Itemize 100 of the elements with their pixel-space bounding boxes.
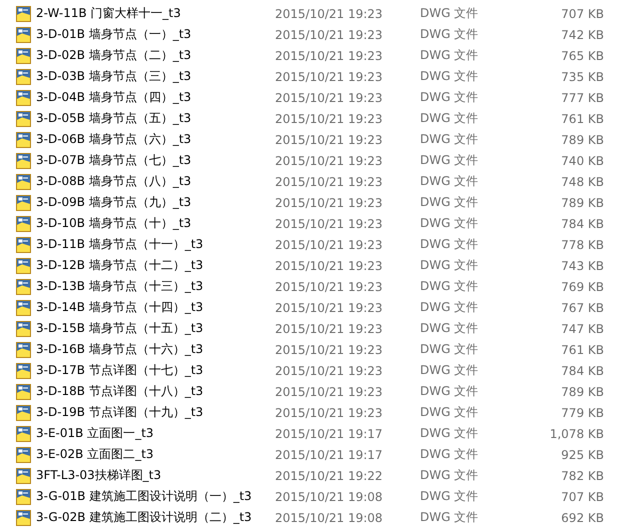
file-size: 765 KB [560, 48, 604, 62]
file-type: DWG 文件 [420, 446, 480, 463]
file-type: DWG 文件 [420, 152, 480, 169]
file-name: 3-D-07B 墙身节点（七）_t3 [36, 152, 192, 169]
file-row[interactable]: 3-D-09B 墙身节点（九）_t3 2015/10/21 19:23 DWG 文件 789 KB [0, 192, 619, 213]
modified-date: 2015/10/21 19:23 [275, 90, 384, 104]
file-name: 3-D-03B 墙身节点（三）_t3 [36, 68, 192, 85]
file-size: 925 KB [560, 448, 604, 462]
file-row[interactable]: 3-E-02B 立面图二_t3 2015/10/21 19:17 DWG 文件 925 KB [0, 444, 619, 465]
file-row[interactable]: 3-E-01B 立面图一_t3 2015/10/21 19:17 DWG 文件 1,078 KB [0, 423, 619, 444]
dwg-file-icon [16, 468, 31, 484]
file-type: DWG 文件 [420, 341, 480, 358]
file-size: 761 KB [560, 112, 604, 126]
file-row[interactable]: 3-D-01B 墙身节点（一）_t3 2015/10/21 19:23 DWG 文件 742 KB [0, 24, 619, 45]
file-size: 748 KB [560, 174, 604, 188]
modified-date: 2015/10/21 19:22 [275, 468, 384, 482]
file-type: DWG 文件 [420, 383, 480, 400]
file-type: DWG 文件 [420, 362, 480, 379]
file-size: 707 KB [560, 6, 604, 20]
file-type: DWG 文件 [420, 173, 480, 190]
file-row[interactable]: 2-W-11B 门窗大样十一_t3 2015/10/21 19:23 DWG 文件 707 KB [0, 3, 619, 24]
file-row[interactable]: 3-D-18B 节点详图（十八）_t3 2015/10/21 19:23 DWG 文件 789 KB [0, 381, 619, 402]
dwg-file-icon [16, 404, 31, 420]
dwg-file-icon [16, 110, 31, 126]
file-type: DWG 文件 [420, 131, 480, 148]
modified-date: 2015/10/21 19:23 [275, 258, 384, 272]
file-name: 3-D-01B 墙身节点（一）_t3 [36, 26, 192, 43]
file-row[interactable]: 3-D-02B 墙身节点（二）_t3 2015/10/21 19:23 DWG 文件 765 KB [0, 45, 619, 66]
file-type: DWG 文件 [420, 89, 480, 106]
dwg-file-icon [16, 446, 31, 462]
dwg-file-icon [16, 194, 31, 210]
dwg-file-icon [16, 320, 31, 336]
file-row[interactable]: 3-D-08B 墙身节点（八）_t3 2015/10/21 19:23 DWG 文件 748 KB [0, 171, 619, 192]
file-type: DWG 文件 [420, 278, 480, 295]
file-row[interactable]: 3-D-03B 墙身节点（三）_t3 2015/10/21 19:23 DWG 文件 735 KB [0, 66, 619, 87]
file-row[interactable]: 3-D-16B 墙身节点（十六）_t3 2015/10/21 19:23 DWG 文件 761 KB [0, 339, 619, 360]
file-size: 761 KB [560, 342, 604, 356]
file-type: DWG 文件 [420, 68, 480, 85]
file-row[interactable]: 3-D-10B 墙身节点（十）_t3 2015/10/21 19:23 DWG 文件 784 KB [0, 213, 619, 234]
file-name: 3-G-01B 建筑施工图设计说明（一）_t3 [36, 488, 253, 505]
file-row[interactable]: 3-D-11B 墙身节点（十一）_t3 2015/10/21 19:23 DWG 文件 778 KB [0, 234, 619, 255]
file-size: 692 KB [560, 510, 604, 524]
modified-date: 2015/10/21 19:08 [275, 490, 384, 504]
dwg-file-icon [16, 342, 31, 358]
modified-date: 2015/10/21 19:23 [275, 48, 384, 62]
file-row[interactable]: 3-D-19B 节点详图（十九）_t3 2015/10/21 19:23 DWG 文件 779 KB [0, 402, 619, 423]
file-size: 789 KB [560, 132, 604, 146]
file-row[interactable]: 3-D-07B 墙身节点（七）_t3 2015/10/21 19:23 DWG 文件 740 KB [0, 150, 619, 171]
file-row[interactable]: 3-D-15B 墙身节点（十五）_t3 2015/10/21 19:23 DWG 文件 747 KB [0, 318, 619, 339]
file-row[interactable]: 3-D-13B 墙身节点（十三）_t3 2015/10/21 19:23 DWG 文件 769 KB [0, 276, 619, 297]
file-row[interactable]: 3-D-14B 墙身节点（十四）_t3 2015/10/21 19:23 DWG 文件 767 KB [0, 297, 619, 318]
file-row[interactable]: 3-G-01B 建筑施工图设计说明（一）_t3 2015/10/21 19:08 DWG 文件 707 KB [0, 486, 619, 507]
file-size: 743 KB [560, 258, 604, 272]
file-name: 3-G-02B 建筑施工图设计说明（二）_t3 [36, 509, 253, 526]
file-name: 3-D-09B 墙身节点（九）_t3 [36, 194, 192, 211]
file-name: 3-D-06B 墙身节点（六）_t3 [36, 131, 192, 148]
modified-date: 2015/10/21 19:08 [275, 510, 384, 524]
file-size: 777 KB [560, 90, 604, 104]
file-type: DWG 文件 [420, 110, 480, 127]
file-size: 784 KB [560, 364, 604, 378]
file-name: 3-D-15B 墙身节点（十五）_t3 [36, 320, 204, 337]
file-name: 3-D-04B 墙身节点（四）_t3 [36, 89, 192, 106]
modified-date: 2015/10/21 19:23 [275, 132, 384, 146]
file-row[interactable]: 3-G-02B 建筑施工图设计说明（二）_t3 2015/10/21 19:08 DWG 文件 692 KB [0, 507, 619, 528]
file-size: 735 KB [560, 70, 604, 84]
file-type: DWG 文件 [420, 509, 480, 526]
file-row[interactable]: 3-D-05B 墙身节点（五）_t3 2015/10/21 19:23 DWG 文件 761 KB [0, 108, 619, 129]
file-size: 784 KB [560, 216, 604, 230]
file-type: DWG 文件 [420, 5, 480, 22]
file-type: DWG 文件 [420, 404, 480, 421]
modified-date: 2015/10/21 19:23 [275, 70, 384, 84]
file-name: 3-D-02B 墙身节点（二）_t3 [36, 47, 192, 64]
modified-date: 2015/10/21 19:23 [275, 154, 384, 168]
dwg-file-icon [16, 152, 31, 168]
dwg-file-icon [16, 236, 31, 252]
file-name: 3-D-14B 墙身节点（十四）_t3 [36, 299, 204, 316]
file-name: 3-D-17B 节点详图（十七）_t3 [36, 362, 204, 379]
dwg-file-icon [16, 258, 31, 274]
file-row[interactable]: 3-D-12B 墙身节点（十二）_t3 2015/10/21 19:23 DWG 文件 743 KB [0, 255, 619, 276]
file-type: DWG 文件 [420, 320, 480, 337]
file-name: 3-D-08B 墙身节点（八）_t3 [36, 173, 192, 190]
file-name: 3-E-02B 立面图二_t3 [36, 446, 155, 463]
file-size: 779 KB [560, 406, 604, 420]
modified-date: 2015/10/21 19:23 [275, 216, 384, 230]
file-row[interactable]: 3-D-17B 节点详图（十七）_t3 2015/10/21 19:23 DWG 文件 784 KB [0, 360, 619, 381]
modified-date: 2015/10/21 19:23 [275, 364, 384, 378]
file-name: 3-D-11B 墙身节点（十一）_t3 [36, 236, 204, 253]
dwg-file-icon [16, 90, 31, 106]
modified-date: 2015/10/21 19:23 [275, 238, 384, 252]
file-row[interactable]: 3-D-04B 墙身节点（四）_t3 2015/10/21 19:23 DWG 文件 777 KB [0, 87, 619, 108]
file-type: DWG 文件 [420, 47, 480, 64]
file-size: 789 KB [560, 196, 604, 210]
dwg-file-icon [16, 362, 31, 378]
dwg-file-icon [16, 384, 31, 400]
file-type: DWG 文件 [420, 215, 480, 232]
modified-date: 2015/10/21 19:23 [275, 406, 384, 420]
file-type: DWG 文件 [420, 299, 480, 316]
file-name: 3-D-18B 节点详图（十八）_t3 [36, 383, 204, 400]
file-row[interactable]: 3-D-06B 墙身节点（六）_t3 2015/10/21 19:23 DWG 文件 789 KB [0, 129, 619, 150]
file-row[interactable]: 3FT-L3-03扶梯详图_t3 2015/10/21 19:22 DWG 文件 782 KB [0, 465, 619, 486]
